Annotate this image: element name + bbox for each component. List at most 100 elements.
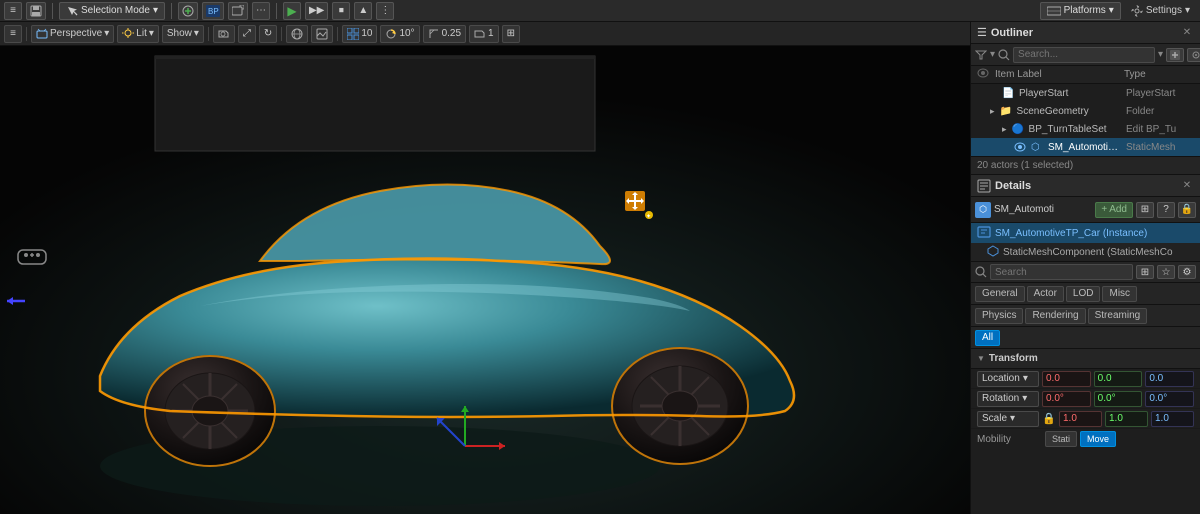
- perspective-label: Perspective: [50, 28, 102, 39]
- tab-general[interactable]: General: [975, 286, 1025, 302]
- lock-details-button[interactable]: 🔒: [1178, 202, 1196, 218]
- add-label: Add: [1109, 204, 1127, 215]
- vp-sep-4: [337, 27, 338, 41]
- location-z-input[interactable]: 0.0: [1145, 371, 1194, 387]
- outliner-close-button[interactable]: ✕: [1180, 26, 1194, 40]
- details-bookmark-button[interactable]: ☆: [1157, 265, 1175, 279]
- save-button[interactable]: [26, 2, 46, 20]
- outliner-title: Outliner: [991, 27, 1176, 39]
- stop-button[interactable]: ⏹: [332, 2, 350, 20]
- tab-all[interactable]: All: [975, 330, 1000, 346]
- tab-streaming[interactable]: Streaming: [1088, 308, 1148, 324]
- details-tabs: General Actor LOD Misc: [971, 283, 1200, 305]
- component-row[interactable]: StaticMeshComponent (StaticMeshCo: [971, 243, 1200, 261]
- surface-snap-button[interactable]: [311, 25, 333, 43]
- scale-lock-icon[interactable]: 🔒: [1042, 412, 1056, 425]
- item-type: Edit BP_Tu: [1126, 124, 1196, 135]
- outliner-add-button[interactable]: [1166, 48, 1184, 62]
- rotation-y-value: 0.0°: [1098, 393, 1116, 404]
- details-close-button[interactable]: ✕: [1180, 179, 1194, 193]
- filter-icon: [975, 49, 987, 61]
- scale-z-input[interactable]: 1.0: [1151, 411, 1194, 427]
- mobility-move-button[interactable]: Move: [1080, 431, 1116, 447]
- selected-actor-row[interactable]: SM_AutomotiveTP_Car (Instance): [971, 223, 1200, 243]
- details-settings-icon[interactable]: ⚙: [1178, 265, 1196, 279]
- tab-lod[interactable]: LOD: [1066, 286, 1101, 302]
- blueprint-item-icon: 🔵: [1012, 124, 1026, 135]
- show-button[interactable]: Show ▾: [162, 25, 204, 43]
- outliner-settings-button[interactable]: [1187, 48, 1200, 62]
- actor-count-label: 20 actors (1 selected): [977, 160, 1073, 171]
- viewport-toolbar: ≡ Perspective ▾ Lit ▾ Show ▾ ⤢ ↻: [0, 22, 970, 46]
- details-search-input[interactable]: [990, 264, 1133, 280]
- camera-mode-button[interactable]: [213, 25, 235, 43]
- scale-snap-button[interactable]: 0.25: [423, 25, 466, 43]
- orbit-button[interactable]: ↻: [259, 25, 277, 43]
- vp-sep-2: [208, 27, 209, 41]
- menu-button[interactable]: ≡: [4, 2, 22, 20]
- viewport[interactable]: ≡ Perspective ▾ Lit ▾ Show ▾ ⤢ ↻: [0, 22, 970, 514]
- transform-section-header[interactable]: ▼ Transform: [971, 349, 1200, 369]
- tab-rendering[interactable]: Rendering: [1025, 308, 1085, 324]
- location-x-input[interactable]: 0.0: [1042, 371, 1091, 387]
- grid-snap-button[interactable]: 10: [342, 25, 377, 43]
- perspective-chevron-icon: ▾: [104, 28, 109, 39]
- item-type: PlayerStart: [1126, 88, 1196, 99]
- cinematics-button[interactable]: [228, 2, 248, 20]
- simulate-button[interactable]: ▶▶: [305, 2, 328, 20]
- item-name: SM_AutomotiveTi: [1048, 142, 1123, 153]
- outliner-search-input[interactable]: [1013, 47, 1155, 63]
- rotation-dropdown[interactable]: Rotation ▾: [977, 391, 1039, 407]
- scene-geometry-icon: 📁: [1000, 106, 1014, 117]
- selection-mode-button[interactable]: Selection Mode ▾: [59, 2, 165, 20]
- location-z-value: 0.0: [1149, 373, 1163, 384]
- item-name: PlayerStart: [1019, 88, 1123, 99]
- rotation-y-input[interactable]: 0.0°: [1094, 391, 1143, 407]
- list-item[interactable]: ▸ 📁 SceneGeometry Folder: [971, 102, 1200, 120]
- add-component-button[interactable]: + Add: [1095, 202, 1133, 218]
- mobility-static-button[interactable]: Stati: [1045, 431, 1077, 447]
- camera-speed-button[interactable]: 1: [469, 25, 499, 43]
- tab-physics[interactable]: Physics: [975, 308, 1023, 324]
- rotation-x-input[interactable]: 0.0°: [1042, 391, 1091, 407]
- viewport-menu-button[interactable]: ≡: [4, 25, 22, 43]
- all-tab-row: All: [971, 327, 1200, 349]
- details-grid-button[interactable]: ⊞: [1136, 265, 1154, 279]
- add-content-button[interactable]: [178, 2, 198, 20]
- col-type-label: Type: [1124, 69, 1194, 80]
- perspective-button[interactable]: Perspective ▾: [31, 25, 114, 43]
- svg-text:BP: BP: [208, 7, 219, 16]
- grid-view-button[interactable]: ⊞: [1136, 202, 1154, 218]
- location-y-input[interactable]: 0.0: [1094, 371, 1143, 387]
- more-options-btn[interactable]: ⋮: [376, 2, 394, 20]
- static-mesh-icon: ⬡: [1031, 142, 1045, 153]
- scale-x-input[interactable]: 1.0: [1059, 411, 1102, 427]
- location-dropdown[interactable]: Location ▾: [977, 371, 1039, 387]
- list-item[interactable]: ▸ 🔵 BP_TurnTableSet Edit BP_Tu: [971, 120, 1200, 138]
- tab-misc[interactable]: Misc: [1102, 286, 1137, 302]
- extra-play-btn[interactable]: ▲: [354, 2, 372, 20]
- list-item[interactable]: 📄 PlayerStart PlayerStart: [971, 84, 1200, 102]
- rotation-z-input[interactable]: 0.0°: [1145, 391, 1194, 407]
- blueprint-button[interactable]: BP: [202, 2, 224, 20]
- play-button[interactable]: ▶: [283, 2, 301, 20]
- details-search-icon: [975, 266, 987, 278]
- item-type: StaticMesh: [1126, 142, 1196, 153]
- tab-actor[interactable]: Actor: [1027, 286, 1064, 302]
- settings-button[interactable]: Settings ▾: [1125, 2, 1196, 20]
- misc-button[interactable]: ⋯: [252, 2, 270, 20]
- eye-col-icon: [977, 68, 991, 81]
- rotation-snap-button[interactable]: 10°: [380, 25, 419, 43]
- rotation-x-value: 0.0°: [1046, 393, 1064, 404]
- list-item[interactable]: ⬡ SM_AutomotiveTi StaticMesh: [971, 138, 1200, 156]
- scale-dropdown[interactable]: Scale ▾: [977, 411, 1039, 427]
- section-expand-arrow: ▼: [977, 354, 985, 363]
- lit-button[interactable]: Lit ▾: [117, 25, 159, 43]
- scale-y-input[interactable]: 1.0: [1105, 411, 1148, 427]
- platforms-button[interactable]: Platforms ▾: [1040, 2, 1121, 20]
- move-camera-button[interactable]: ⤢: [238, 25, 256, 43]
- properties-button[interactable]: ?: [1157, 202, 1175, 218]
- location-label: Location: [982, 373, 1020, 384]
- world-transform-button[interactable]: [286, 25, 308, 43]
- viewport-layout-button[interactable]: ⊞: [502, 25, 520, 43]
